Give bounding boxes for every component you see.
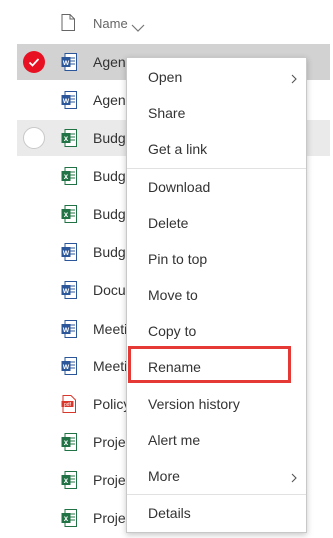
menu-item-label: Get a link bbox=[148, 141, 208, 157]
chevron-right-icon bbox=[291, 470, 297, 486]
menu-item-label: Pin to top bbox=[148, 251, 208, 267]
menu-item-share[interactable]: Share bbox=[127, 95, 306, 131]
svg-text:x: x bbox=[64, 476, 69, 485]
file-type-icon[interactable] bbox=[61, 14, 75, 36]
excel-file-icon: x bbox=[61, 433, 77, 451]
svg-text:w: w bbox=[62, 248, 70, 257]
svg-text:x: x bbox=[64, 438, 69, 447]
context-menu: Open Share Get a link Download Delete Pi… bbox=[126, 57, 307, 533]
svg-text:w: w bbox=[62, 58, 70, 67]
word-file-icon: w bbox=[61, 53, 77, 71]
name-column-header[interactable]: Name bbox=[93, 16, 128, 31]
menu-item-label: Version history bbox=[148, 396, 240, 412]
word-file-icon: w bbox=[61, 281, 77, 299]
menu-item-delete[interactable]: Delete bbox=[127, 205, 306, 241]
excel-file-icon: x bbox=[61, 167, 77, 185]
svg-text:w: w bbox=[62, 96, 70, 105]
word-file-icon: w bbox=[61, 91, 77, 109]
svg-text:w: w bbox=[62, 362, 70, 371]
svg-text:x: x bbox=[64, 134, 69, 143]
menu-item-pin-to-top[interactable]: Pin to top bbox=[127, 241, 306, 277]
menu-item-label: Alert me bbox=[148, 432, 201, 448]
svg-text:w: w bbox=[62, 286, 70, 295]
svg-text:pdf: pdf bbox=[64, 402, 72, 408]
word-file-icon: w bbox=[61, 320, 77, 338]
svg-text:w: w bbox=[62, 325, 70, 334]
file-name[interactable]: Policy bbox=[93, 396, 130, 412]
sort-chevron-down-icon[interactable] bbox=[131, 19, 145, 37]
menu-item-label: Share bbox=[148, 105, 186, 121]
menu-item-label: Move to bbox=[148, 287, 198, 303]
menu-item-version-history[interactable]: Version history bbox=[127, 386, 306, 422]
menu-item-more[interactable]: More bbox=[127, 458, 306, 494]
menu-item-label: Copy to bbox=[148, 323, 197, 339]
menu-item-get-a-link[interactable]: Get a link bbox=[127, 131, 306, 167]
chevron-right-icon bbox=[291, 71, 297, 87]
rename-highlight-box bbox=[128, 346, 291, 383]
menu-item-label: Download bbox=[148, 179, 211, 195]
menu-item-details[interactable]: Details bbox=[127, 495, 306, 531]
menu-item-label: Details bbox=[148, 505, 191, 521]
menu-item-alert-me[interactable]: Alert me bbox=[127, 422, 306, 458]
select-circle-icon[interactable] bbox=[23, 127, 45, 149]
excel-file-icon: x bbox=[61, 205, 77, 223]
excel-file-icon: x bbox=[61, 509, 77, 527]
svg-text:x: x bbox=[64, 210, 69, 219]
checkmark-icon[interactable] bbox=[23, 51, 45, 73]
word-file-icon: w bbox=[61, 243, 77, 261]
menu-item-open[interactable]: Open bbox=[127, 59, 306, 95]
svg-text:x: x bbox=[64, 172, 69, 181]
menu-item-move-to[interactable]: Move to bbox=[127, 277, 306, 313]
menu-item-label: Delete bbox=[148, 215, 189, 231]
word-file-icon: w bbox=[61, 357, 77, 375]
menu-item-label: More bbox=[148, 468, 180, 484]
menu-item-download[interactable]: Download bbox=[127, 169, 306, 205]
list-header: Name bbox=[0, 0, 333, 42]
pdf-file-icon: pdf bbox=[61, 395, 77, 413]
menu-item-label: Open bbox=[148, 69, 183, 85]
excel-file-icon: x bbox=[61, 471, 77, 489]
svg-text:x: x bbox=[64, 514, 69, 523]
menu-item-copy-to[interactable]: Copy to bbox=[127, 313, 306, 349]
excel-file-icon: x bbox=[61, 129, 77, 147]
